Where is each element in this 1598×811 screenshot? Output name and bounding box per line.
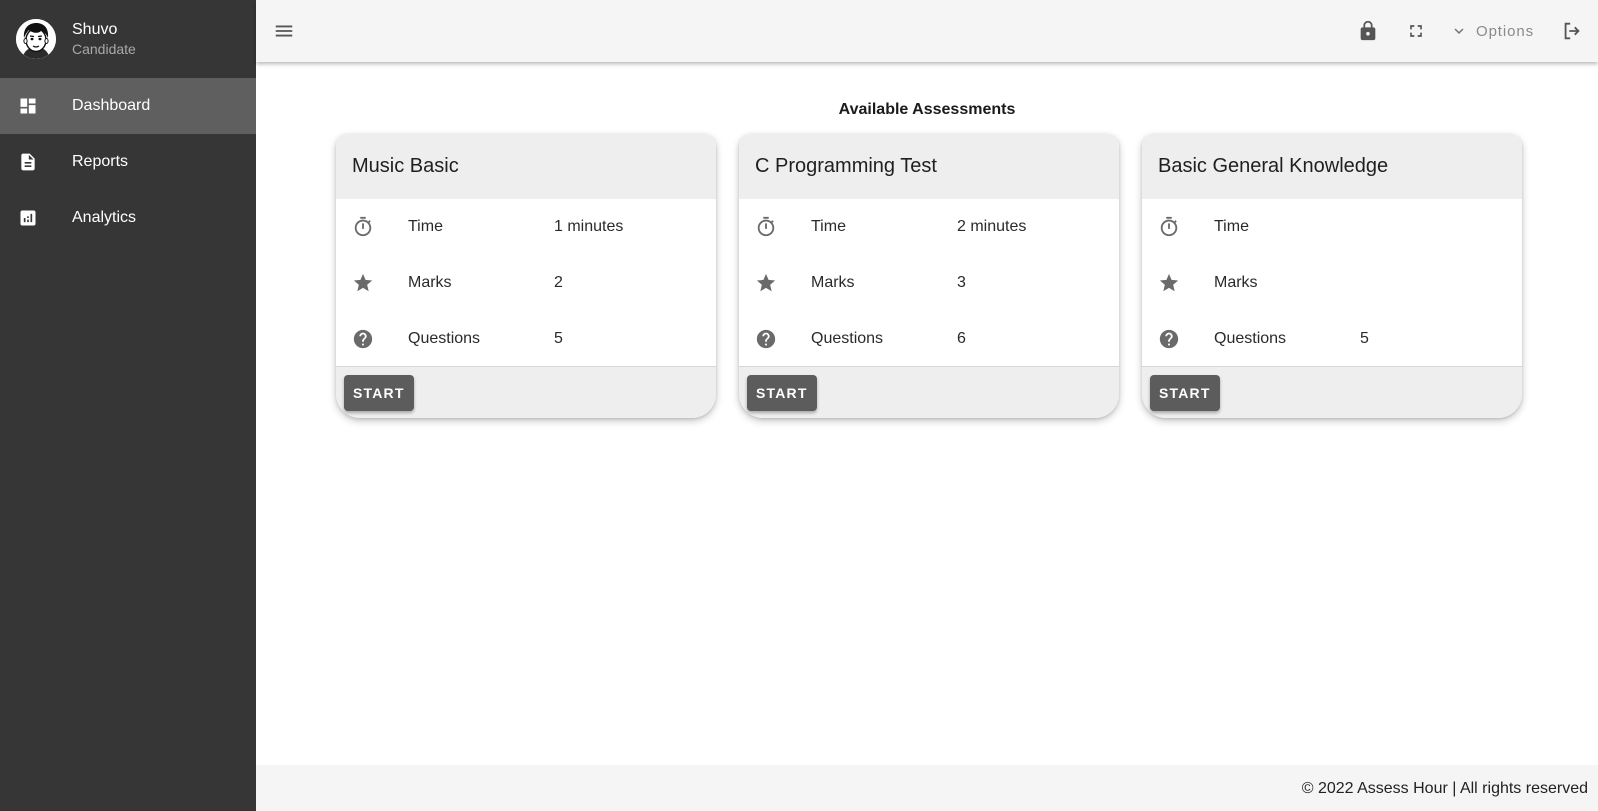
time-row: Time <box>1142 199 1522 255</box>
chevron-down-icon <box>1454 28 1464 34</box>
sidebar: Shuvo Candidate Dashboard Reports Analyt… <box>0 0 256 811</box>
card-actions: START <box>739 366 1119 418</box>
logout-icon[interactable] <box>1552 11 1592 51</box>
assessment-card: Music Basic Time 1 minutes Marks 2 Quest… <box>336 134 716 418</box>
main-content: Available Assessments Music Basic Time 1… <box>256 62 1598 765</box>
start-button[interactable]: START <box>344 375 414 411</box>
time-label: Time <box>1214 218 1249 235</box>
questions-row: Questions 5 <box>336 311 716 367</box>
sidebar-item-analytics[interactable]: Analytics <box>0 190 256 246</box>
marks-value: 2 <box>554 274 563 291</box>
marks-label: Marks <box>811 274 855 291</box>
card-title: Basic General Knowledge <box>1142 134 1522 199</box>
fullscreen-icon[interactable] <box>1396 11 1436 51</box>
timer-icon <box>352 216 408 238</box>
questions-label: Questions <box>1214 330 1287 347</box>
time-label: Time <box>811 218 846 235</box>
time-value: 2 minutes <box>957 218 1027 235</box>
marks-label: Marks <box>1214 274 1258 291</box>
marks-label: Marks <box>408 274 452 291</box>
time-row: Time 1 minutes <box>336 199 716 255</box>
star-icon <box>1158 272 1214 294</box>
sidebar-item-label: Analytics <box>72 209 137 226</box>
sidebar-item-reports[interactable]: Reports <box>0 134 256 190</box>
help-icon <box>352 328 408 350</box>
analytics-icon <box>0 208 72 228</box>
options-label: Options <box>1476 22 1534 40</box>
start-button[interactable]: START <box>1150 375 1220 411</box>
marks-row: Marks 3 <box>739 255 1119 311</box>
sidebar-nav: Dashboard Reports Analytics <box>0 78 256 246</box>
questions-value: 5 <box>1360 330 1369 347</box>
marks-value: 3 <box>957 274 966 291</box>
questions-row: Questions 5 <box>1142 311 1522 367</box>
card-actions: START <box>1142 366 1522 418</box>
top-bar: Options <box>256 0 1598 62</box>
questions-row: Questions 6 <box>739 311 1119 367</box>
star-icon <box>352 272 408 294</box>
sidebar-item-dashboard[interactable]: Dashboard <box>0 78 256 134</box>
user-name: Shuvo <box>72 20 118 38</box>
time-row: Time 2 minutes <box>739 199 1119 255</box>
avatar <box>16 19 56 59</box>
sidebar-item-label: Reports <box>72 153 129 170</box>
star-icon <box>755 272 811 294</box>
marks-row: Marks 2 <box>336 255 716 311</box>
page-title: Available Assessments <box>838 101 1016 118</box>
page-footer: © 2022 Assess Hour | All rights reserved <box>256 765 1598 811</box>
card-title: C Programming Test <box>739 134 1119 199</box>
time-value: 1 minutes <box>554 218 624 235</box>
assessment-card: Basic General Knowledge Time Marks Quest… <box>1142 134 1522 418</box>
questions-label: Questions <box>408 330 481 347</box>
menu-icon[interactable] <box>270 17 298 45</box>
assessment-card: C Programming Test Time 2 minutes Marks … <box>739 134 1119 418</box>
card-actions: START <box>336 366 716 418</box>
card-title: Music Basic <box>336 134 716 199</box>
marks-row: Marks <box>1142 255 1522 311</box>
options-menu-button[interactable]: Options <box>1440 13 1544 49</box>
questions-value: 5 <box>554 330 563 347</box>
lock-icon[interactable] <box>1348 11 1388 51</box>
questions-label: Questions <box>811 330 884 347</box>
help-icon <box>1158 328 1214 350</box>
dashboard-icon <box>0 96 72 116</box>
user-role: Candidate <box>72 40 136 57</box>
document-icon <box>0 152 72 172</box>
sidebar-item-label: Dashboard <box>72 97 151 114</box>
time-label: Time <box>408 218 443 235</box>
start-button[interactable]: START <box>747 375 817 411</box>
user-profile: Shuvo Candidate <box>0 0 256 78</box>
timer-icon <box>1158 216 1214 238</box>
questions-value: 6 <box>957 330 966 347</box>
help-icon <box>755 328 811 350</box>
copyright-text: © 2022 Assess Hour | All rights reserved <box>1301 780 1588 797</box>
timer-icon <box>755 216 811 238</box>
